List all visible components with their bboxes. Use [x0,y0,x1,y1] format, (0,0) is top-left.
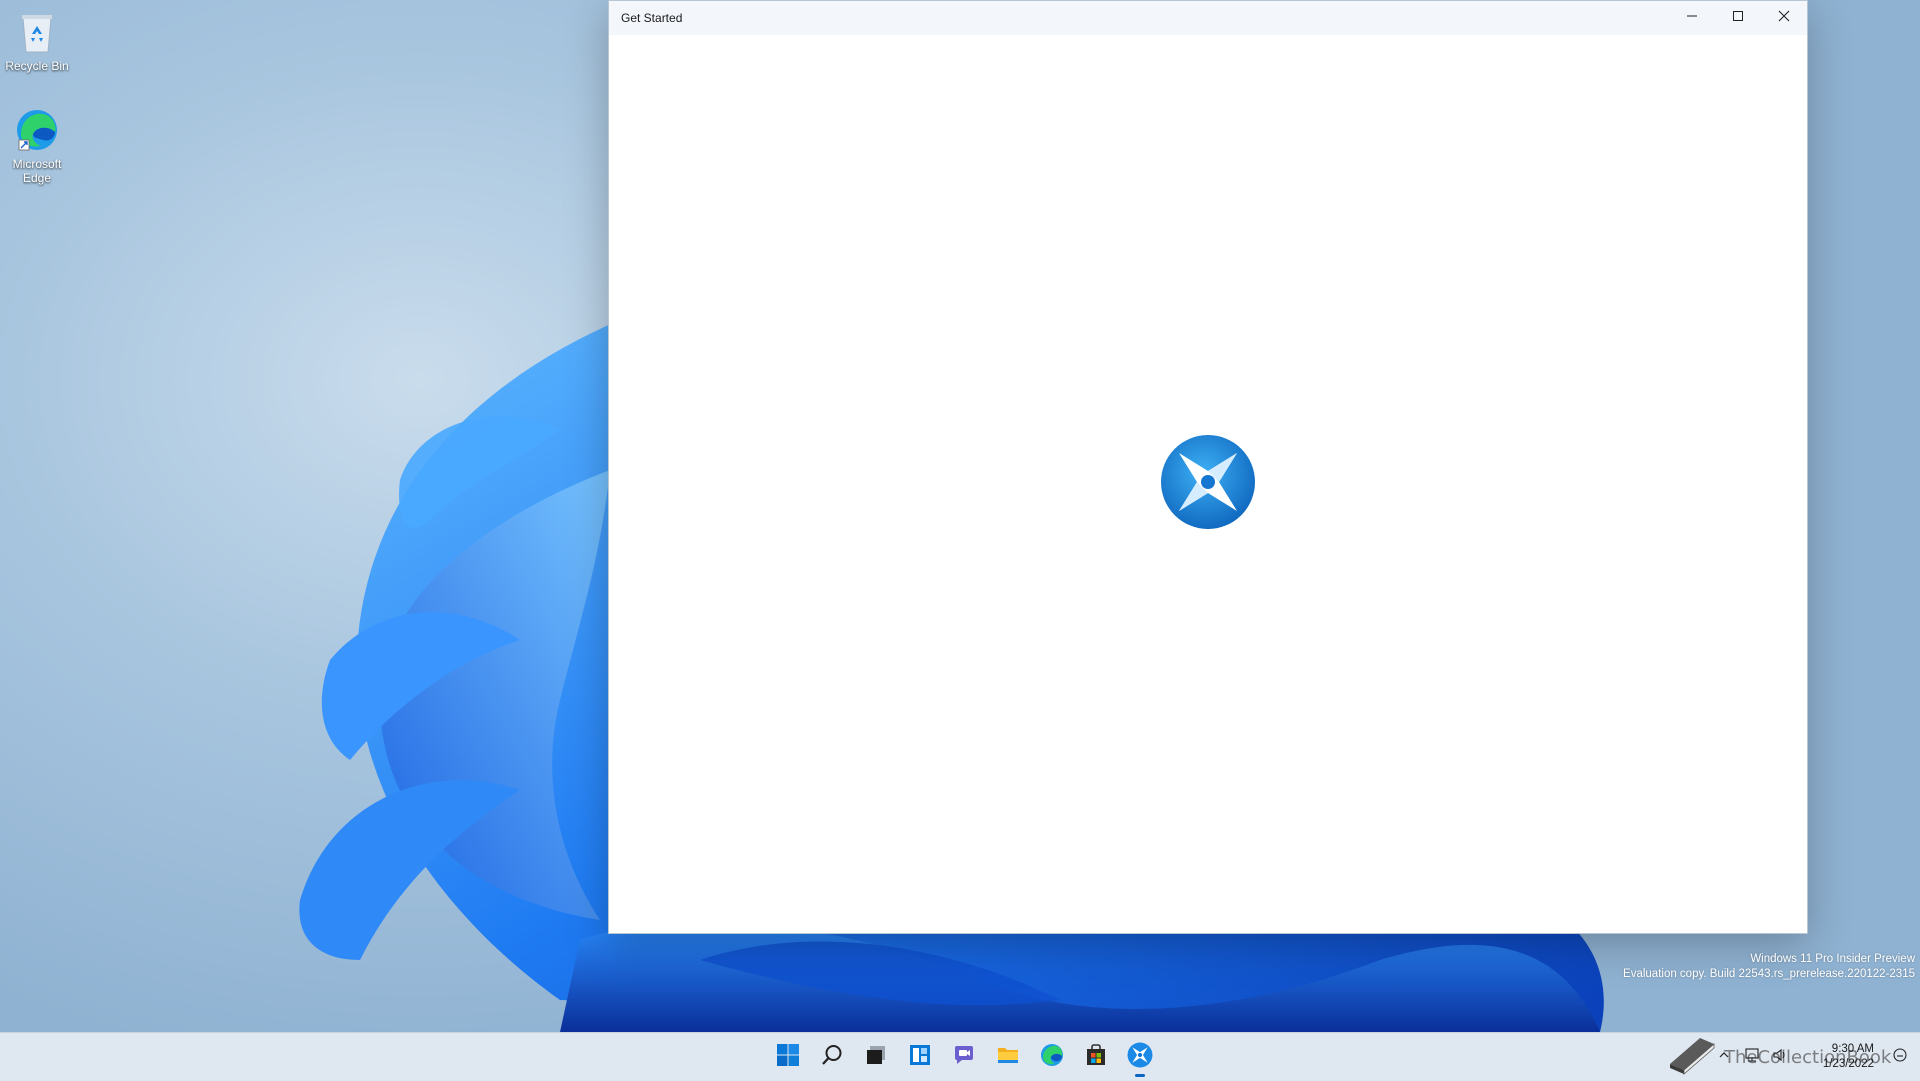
notification-icon [1892,1047,1908,1068]
desktop: Recycle Bin Microsoft Edge Get Started W… [0,0,1920,1032]
get-started-icon [1127,1042,1153,1073]
taskbar: TheCollectionBook 9:30 AM 1/23/2022 [0,1032,1920,1081]
edge-icon [1040,1043,1064,1072]
taskbar-store-button[interactable] [1074,1035,1118,1079]
close-icon [1778,9,1790,27]
tray-overflow-button[interactable] [1710,1033,1738,1081]
widgets-icon [908,1043,932,1072]
watermark-line-1: Windows 11 Pro Insider Preview [1750,953,1915,965]
taskbar-widgets-button[interactable] [898,1035,942,1079]
get-started-logo-icon [1159,433,1257,531]
store-icon [1084,1043,1108,1072]
folder-icon [996,1043,1020,1072]
tray-network-button[interactable] [1738,1033,1766,1081]
search-icon [820,1043,844,1072]
windows-start-icon [776,1043,800,1072]
minimize-icon [1686,9,1698,27]
network-icon [1744,1047,1760,1068]
taskbar-task-view-button[interactable] [854,1035,898,1079]
taskbar-edge-button[interactable] [1030,1035,1074,1079]
system-tray: 9:30 AM 1/23/2022 [1710,1033,1920,1081]
clock-time: 9:30 AM [1831,1043,1874,1055]
tray-volume-button[interactable] [1766,1033,1794,1081]
taskbar-apps [766,1033,1162,1081]
recycle-bin-icon [13,8,61,56]
edge-icon [13,106,61,154]
taskbar-file-explorer-button[interactable] [986,1035,1030,1079]
taskbar-search-button[interactable] [810,1035,854,1079]
clock[interactable]: 9:30 AM 1/23/2022 [1794,1042,1874,1072]
task-view-icon [864,1043,888,1072]
watermark-line-2: Evaluation copy. Build 22543.rs_prerelea… [1623,968,1915,980]
chevron-up-icon [1718,1048,1730,1066]
get-started-window: Get Started [608,0,1808,934]
desktop-icon-label: Recycle Bin [5,59,69,73]
minimize-button[interactable] [1669,1,1715,35]
taskbar-get-started-button[interactable] [1118,1035,1162,1079]
close-button[interactable] [1761,1,1807,35]
maximize-icon [1732,9,1744,27]
clock-date: 1/23/2022 [1822,1058,1874,1070]
notifications-button[interactable] [1886,1033,1914,1081]
volume-icon [1772,1047,1788,1068]
desktop-icon-recycle-bin[interactable]: Recycle Bin [4,8,70,73]
window-titlebar[interactable]: Get Started [609,1,1807,35]
window-content [609,35,1807,933]
taskbar-start-button[interactable] [766,1035,810,1079]
desktop-icon-edge[interactable]: Microsoft Edge [4,106,70,185]
desktop-icon-label: Microsoft Edge [12,157,62,185]
window-title: Get Started [621,11,683,25]
taskbar-chat-button[interactable] [942,1035,986,1079]
teams-chat-icon [952,1043,976,1072]
maximize-button[interactable] [1715,1,1761,35]
build-watermark: Windows 11 Pro Insider Preview Evaluatio… [1623,952,1915,982]
